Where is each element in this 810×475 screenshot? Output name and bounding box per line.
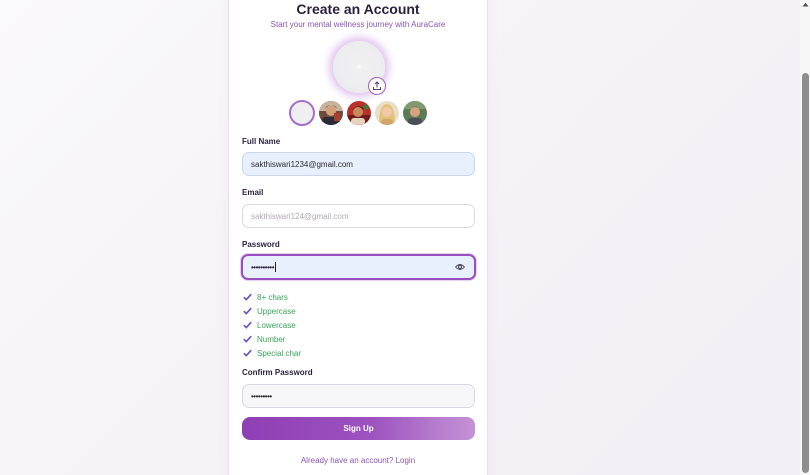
avatar-3-image: [375, 101, 399, 125]
avatar-2-image: [347, 101, 371, 125]
full-name-field[interactable]: sakthiswari1234@gmail.com: [242, 152, 475, 176]
requirement-lowercase: Lowercase: [243, 318, 301, 332]
eye-icon[interactable]: [455, 263, 465, 271]
full-name-value: sakthiswari1234@gmail.com: [251, 159, 353, 169]
avatar-4-image: [403, 101, 427, 125]
avatar-placeholder-dot: [357, 65, 361, 69]
password-requirements: 8+ chars Uppercase Lowercase Number Spec…: [243, 290, 301, 360]
password-value: ••••••••••: [251, 262, 275, 272]
email-field[interactable]: sakthiswari124@gmail.com: [242, 204, 475, 228]
preset-avatar-default[interactable]: [289, 100, 315, 126]
check-icon: [243, 349, 252, 357]
scroll-up-icon[interactable]: [801, 0, 809, 9]
confirm-password-field[interactable]: •••••••••: [242, 384, 475, 408]
requirement-special: Special char: [243, 346, 301, 360]
page-subtitle: Start your mental wellness journey with …: [270, 20, 446, 29]
page-title: Create an Account: [296, 1, 420, 17]
signup-card: Create an Account Start your mental well…: [228, 0, 488, 475]
text-caret: [275, 262, 277, 272]
upload-avatar-button[interactable]: [368, 77, 386, 95]
avatar-presets: [289, 100, 427, 126]
requirement-length: 8+ chars: [243, 290, 301, 304]
preset-avatar-2[interactable]: [347, 101, 371, 125]
password-label: Password: [242, 240, 280, 249]
login-link[interactable]: Already have an account? Login: [229, 456, 487, 465]
confirm-password-label: Confirm Password: [242, 368, 313, 377]
scrollbar[interactable]: [800, 0, 810, 475]
email-placeholder: sakthiswari124@gmail.com: [251, 211, 349, 221]
check-icon: [243, 293, 252, 301]
avatar-1-image: [319, 101, 343, 125]
preset-avatar-3[interactable]: [375, 101, 399, 125]
requirement-number: Number: [243, 332, 301, 346]
confirm-password-value: •••••••••: [251, 391, 272, 401]
requirement-uppercase: Uppercase: [243, 304, 301, 318]
check-icon: [243, 307, 252, 315]
check-icon: [243, 321, 252, 329]
preset-avatar-1[interactable]: [319, 101, 343, 125]
check-icon: [243, 335, 252, 343]
password-field[interactable]: ••••••••••: [241, 254, 476, 280]
signup-button[interactable]: Sign Up: [242, 417, 475, 440]
upload-icon: [373, 81, 381, 90]
preset-avatar-4[interactable]: [403, 101, 427, 125]
full-name-label: Full Name: [242, 137, 281, 146]
email-label: Email: [242, 188, 264, 197]
scrollbar-thumb[interactable]: [802, 73, 809, 473]
